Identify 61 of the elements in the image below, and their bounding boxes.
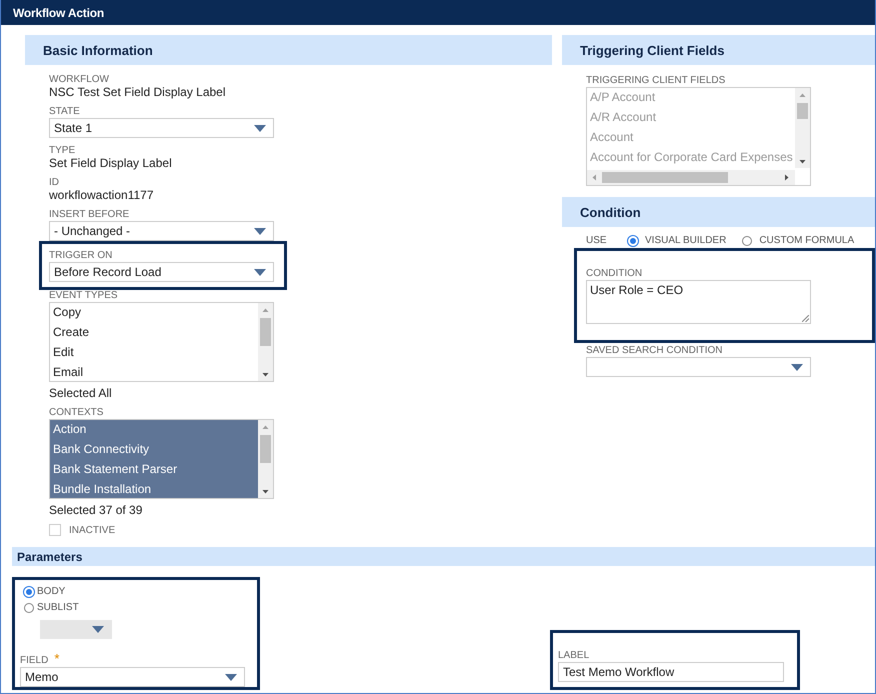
caret-icon — [254, 268, 266, 276]
checkbox[interactable] — [49, 524, 61, 536]
window-title: Workflow Action — [13, 6, 104, 20]
list-box[interactable]: Copy Create Edit Email — [49, 302, 274, 382]
field-label: INSERT BEFORE — [49, 209, 130, 220]
resize-grip-icon[interactable] — [802, 315, 809, 322]
field-label: FIELD — [20, 655, 48, 666]
list-item[interactable]: Email — [50, 363, 258, 381]
dropdown-field[interactable] — [586, 357, 811, 377]
required-mark: * — [54, 653, 60, 664]
field-label: ID — [49, 177, 59, 188]
field-label: WORKFLOW — [49, 74, 109, 85]
input-field[interactable]: Test Memo Workflow — [558, 662, 784, 682]
field-label: CONDITION — [586, 268, 642, 279]
field-label: SAVED SEARCH CONDITION — [586, 345, 722, 356]
radio-button[interactable] — [742, 236, 752, 246]
section-title: Condition — [580, 204, 641, 220]
radio-button[interactable] — [24, 602, 34, 612]
field-label: TYPE — [49, 145, 76, 156]
field-value: NSC Test Set Field Display Label — [49, 86, 226, 99]
caret-icon — [254, 124, 266, 132]
field-label: LABEL — [558, 650, 590, 661]
field-label: EVENT TYPES — [49, 290, 118, 301]
selection-summary: Selected 37 of 39 — [49, 503, 142, 517]
scrollbar[interactable] — [258, 420, 273, 498]
section-title: Parameters — [17, 550, 82, 564]
section-title: Basic Information — [43, 42, 153, 58]
dropdown-field[interactable]: State 1 — [49, 118, 274, 138]
dropdown-field[interactable]: - Unchanged - — [49, 221, 274, 241]
caret-icon — [225, 674, 237, 680]
list-box[interactable]: Action Bank Connectivity Bank Statement Parser Bundle Installation — [49, 419, 274, 499]
option-label: BODY — [37, 586, 66, 597]
scrollbar[interactable] — [258, 303, 273, 381]
field-label: TRIGGER ON — [49, 250, 112, 261]
list-item[interactable]: Copy — [50, 303, 258, 323]
caret-icon — [254, 228, 266, 234]
field-label: TRIGGERING CLIENT FIELDS — [586, 75, 726, 86]
field-value: Set Field Display Label — [49, 157, 172, 170]
list-item[interactable]: Action — [50, 420, 258, 440]
checkbox-label: INACTIVE — [69, 524, 116, 536]
caret-icon — [791, 364, 803, 370]
field-value: workflowaction1177 — [49, 189, 154, 202]
list-item[interactable]: Bundle Installation — [50, 480, 258, 498]
option-label: CUSTOM FORMULA — [759, 235, 854, 246]
selection-summary: Selected All — [49, 386, 112, 400]
list-item[interactable]: Edit — [50, 343, 258, 363]
list-item[interactable]: Create — [50, 323, 258, 343]
list-item[interactable]: Bank Connectivity — [50, 440, 258, 460]
text-area[interactable]: User Role = CEO — [586, 280, 811, 324]
option-label: VISUAL BUILDER — [645, 235, 726, 246]
field-label: STATE — [49, 106, 80, 117]
dropdown-field[interactable]: Memo — [20, 667, 245, 687]
list-item[interactable]: Bank Statement Parser — [50, 460, 258, 480]
scrollbar[interactable] — [587, 170, 795, 185]
dropdown-field[interactable]: Before Record Load — [49, 262, 274, 282]
scrollbar[interactable] — [795, 88, 810, 168]
section-title: Triggering Client Fields — [580, 42, 724, 58]
caret-icon — [92, 626, 104, 633]
field-label: USE — [586, 235, 608, 246]
option-label: SUBLIST — [37, 602, 79, 613]
field-label: CONTEXTS — [49, 407, 104, 418]
